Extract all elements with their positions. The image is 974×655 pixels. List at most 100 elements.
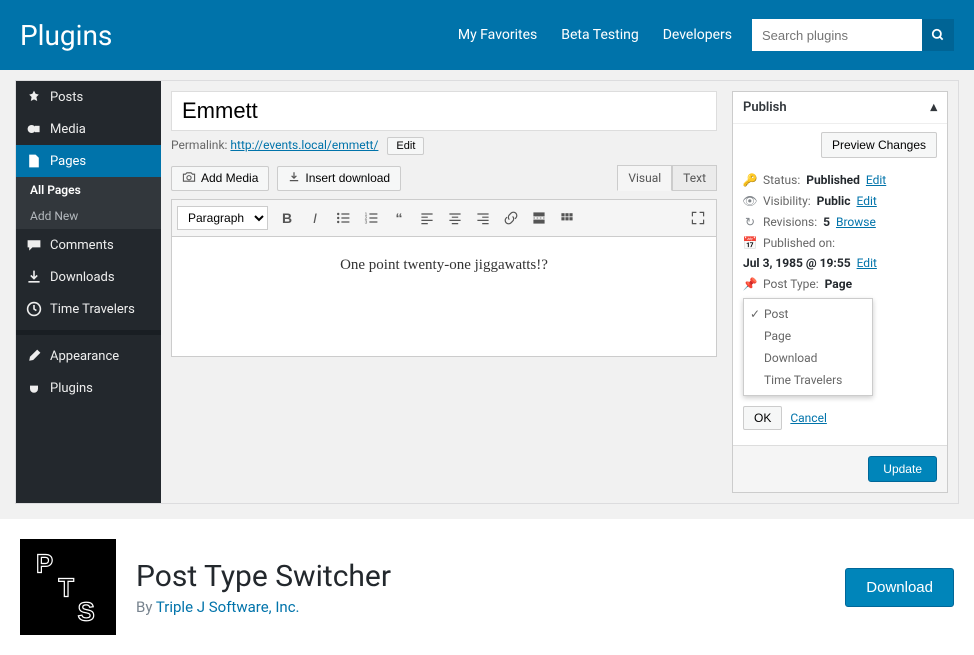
pt-option-download[interactable]: Download — [744, 347, 872, 369]
page-icon — [26, 153, 42, 169]
bold-button[interactable]: B — [274, 205, 300, 231]
submenu-add-new[interactable]: Add New — [16, 203, 161, 229]
publish-header[interactable]: Publish ▴ — [733, 92, 947, 124]
sidebar-item-time-travelers[interactable]: Time Travelers — [16, 293, 161, 325]
sidebar-item-pages[interactable]: Pages — [16, 145, 161, 177]
nav-beta[interactable]: Beta Testing — [561, 27, 638, 43]
link-button[interactable] — [498, 205, 524, 231]
visibility-edit-link[interactable]: Edit — [856, 194, 876, 208]
permalink-edit-button[interactable]: Edit — [387, 137, 424, 155]
tab-text[interactable]: Text — [672, 165, 717, 191]
search-input[interactable] — [752, 19, 922, 51]
sidebar-item-comments[interactable]: Comments — [16, 229, 161, 261]
sidebar-item-downloads[interactable]: Downloads — [16, 261, 161, 293]
sidebar-label: Pages — [50, 154, 86, 169]
svg-text:P: P — [36, 551, 53, 579]
search-button[interactable] — [922, 19, 954, 51]
sidebar-label: Plugins — [50, 381, 93, 396]
admin-sidebar: Posts Media Pages All Pages Add New Comm… — [16, 81, 161, 503]
pt-option-page[interactable]: Page — [744, 325, 872, 347]
toolbar-toggle-button[interactable] — [554, 205, 580, 231]
posttype-dropdown[interactable]: Post Page Download Time Travelers — [743, 298, 873, 396]
camera-icon — [182, 171, 196, 186]
pin-icon — [26, 89, 42, 105]
plugin-info: Post Type Switcher By Triple J Software,… — [136, 559, 825, 616]
readmore-button[interactable] — [526, 205, 552, 231]
sidebar-item-plugins[interactable]: Plugins — [16, 372, 161, 404]
search-icon — [931, 28, 945, 42]
quote-button[interactable]: “ — [386, 205, 412, 231]
italic-button[interactable]: I — [302, 205, 328, 231]
bullet-list-button[interactable] — [330, 205, 356, 231]
posttype-ok-button[interactable]: OK — [743, 406, 782, 430]
fullscreen-button[interactable] — [685, 205, 711, 231]
sidebar-item-appearance[interactable]: Appearance — [16, 340, 161, 372]
pin-small-icon: 📌 — [743, 277, 757, 291]
align-left-button[interactable] — [414, 205, 440, 231]
download-button[interactable]: Download — [845, 568, 954, 607]
plugin-author-link[interactable]: Triple J Software, Inc. — [156, 598, 300, 616]
sidebar-label: Appearance — [50, 349, 119, 364]
revisions-browse-link[interactable]: Browse — [836, 215, 876, 229]
download-icon — [26, 269, 42, 285]
eye-icon: 👁 — [743, 194, 757, 208]
align-center-button[interactable] — [442, 205, 468, 231]
preview-changes-button[interactable]: Preview Changes — [821, 132, 937, 158]
align-right-button[interactable] — [470, 205, 496, 231]
pts-logo-icon: P T S — [28, 547, 108, 627]
tab-visual[interactable]: Visual — [617, 165, 672, 191]
menu-separator — [16, 330, 161, 335]
revisions-row: ↻ Revisions: 5 Browse — [743, 215, 937, 229]
update-button[interactable]: Update — [868, 456, 937, 482]
publish-box: Publish ▴ Preview Changes 🔑 Status: Publ… — [732, 91, 948, 493]
svg-text:3: 3 — [365, 220, 368, 226]
plugin-listing: P T S Post Type Switcher By Triple J Sof… — [0, 519, 974, 655]
caret-up-icon: ▴ — [930, 100, 937, 115]
add-media-button[interactable]: Add Media — [171, 166, 269, 191]
insert-download-button[interactable]: Insert download — [277, 166, 401, 191]
sidebar-item-posts[interactable]: Posts — [16, 81, 161, 113]
plugin-icon: P T S — [20, 539, 116, 635]
posttype-options: Post Page Download Time Travelers — [743, 298, 873, 396]
permalink-label: Permalink: — [171, 138, 227, 152]
nav-favorites[interactable]: My Favorites — [458, 27, 537, 43]
pt-option-post[interactable]: Post — [744, 303, 872, 325]
update-row: Update — [733, 445, 947, 492]
number-list-button[interactable]: 123 — [358, 205, 384, 231]
revisions-icon: ↻ — [743, 215, 757, 229]
status-row: 🔑 Status: Published Edit — [743, 173, 937, 187]
posttype-controls: OK Cancel — [743, 406, 827, 430]
download-small-icon — [288, 171, 300, 186]
sidebar-label: Time Travelers — [50, 302, 135, 317]
brush-icon — [26, 348, 42, 364]
submenu-all-pages[interactable]: All Pages — [16, 177, 161, 203]
visibility-row: 👁 Visibility: Public Edit — [743, 194, 937, 208]
editor-content[interactable]: One point twenty-one jiggawatts!? — [171, 237, 717, 357]
editor-toolbar: Paragraph B I 123 “ — [171, 199, 717, 237]
posttype-row: 📌 Post Type: Page — [743, 277, 937, 291]
post-title-input[interactable] — [171, 91, 717, 131]
svg-text:T: T — [58, 575, 74, 603]
published-row: 📅 Published on: Jul 3, 1985 @ 19:55 Edit — [743, 236, 937, 270]
sidebar-label: Media — [50, 122, 86, 137]
plugins-header: Plugins My Favorites Beta Testing Develo… — [0, 0, 974, 70]
plug-icon — [26, 380, 42, 396]
wp-admin-preview: Posts Media Pages All Pages Add New Comm… — [15, 80, 959, 504]
pt-option-time-travelers[interactable]: Time Travelers — [744, 369, 872, 391]
permalink-url[interactable]: http://events.local/emmett/ — [230, 138, 378, 152]
publish-body: Preview Changes 🔑 Status: Published Edit… — [733, 124, 947, 445]
posttype-cancel-link[interactable]: Cancel — [790, 411, 827, 425]
published-edit-link[interactable]: Edit — [857, 256, 877, 270]
status-edit-link[interactable]: Edit — [866, 173, 886, 187]
format-select[interactable]: Paragraph — [177, 206, 268, 230]
sidebar-submenu: All Pages Add New — [16, 177, 161, 229]
sidebar-item-media[interactable]: Media — [16, 113, 161, 145]
sidebar-label: Downloads — [50, 270, 115, 285]
permalink-row: Permalink: http://events.local/emmett/ E… — [171, 137, 717, 155]
search-form — [752, 19, 954, 51]
editor-column: Permalink: http://events.local/emmett/ E… — [171, 91, 717, 493]
sidebar-label: Comments — [50, 238, 114, 253]
nav-developers[interactable]: Developers — [663, 27, 732, 43]
clock-icon — [26, 301, 42, 317]
media-row: Add Media Insert download Visual Text — [171, 165, 717, 191]
